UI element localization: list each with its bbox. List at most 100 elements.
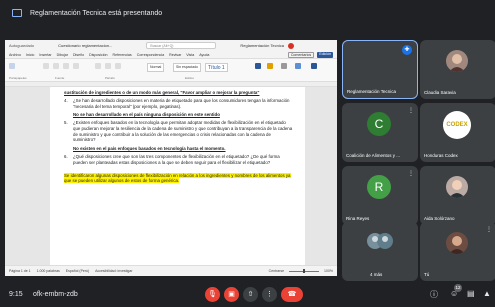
doc-highlighted-answer: Se identificaron algunas disposiciones d… <box>64 172 291 184</box>
mic-toggle-icon[interactable]: 🎙 <box>205 287 220 302</box>
pin-icon[interactable]: ✚ <box>402 45 412 55</box>
comments-button[interactable]: Comentarios <box>287 51 315 58</box>
present-screen-icon <box>12 9 22 17</box>
participant-tile[interactable]: ⋮ C Coalición de Alimentos y ... <box>342 103 418 162</box>
italic-icon[interactable] <box>63 63 69 69</box>
mic-off-icon: ⋮ <box>408 108 414 114</box>
doc-question-5: 5. ¿Existen enfoques basados en la tecno… <box>64 120 293 145</box>
doc-answer-4: No se han desarrollado en el país ningun… <box>73 112 220 118</box>
word-menubar: Archivo Inicio Insertar Dibujar Diseño D… <box>5 51 337 59</box>
status-accessibility[interactable]: Accesibilidad: investigar <box>95 269 132 273</box>
presenting-banner: Reglamentación Tecnica está presentando <box>0 0 495 26</box>
status-language[interactable]: Español (Perú) <box>66 269 89 273</box>
group-font-label: Fuente <box>55 76 65 80</box>
menu-correspondencia[interactable]: Correspondencia <box>137 53 164 57</box>
menu-dibujar[interactable]: Dibujar <box>57 53 68 57</box>
present-now-icon[interactable]: ⇧ <box>243 287 258 302</box>
word-statusbar: Página 1 de 1 1.000 palabras Español (Pe… <box>5 265 337 276</box>
menu-disposicion[interactable]: Disposición <box>89 53 107 57</box>
codex-logo: CODEX <box>443 111 471 139</box>
menu-insertar[interactable]: Insertar <box>39 53 51 57</box>
meeting-controls-bar: 9:15 ofk-embm-zdb 🎙 ▣ ⇧ ⋮ ☎ ⓘ ☺ 12 ▤ ▲ <box>0 283 495 307</box>
participant-name: Honduras Codex <box>424 153 458 158</box>
designer-icon[interactable] <box>311 63 317 69</box>
menu-diseno[interactable]: Diseño <box>73 53 84 57</box>
menu-ayuda[interactable]: Ayuda <box>199 53 209 57</box>
participant-tile[interactable]: Aida Solórzano <box>420 166 495 225</box>
font-icon[interactable] <box>43 63 49 69</box>
question-text: ¿Se han desarrollado disposiciones en ma… <box>73 98 290 109</box>
activities-icon[interactable]: ▲ <box>483 289 491 298</box>
menu-vista[interactable]: Vista <box>186 53 194 57</box>
reuse-files-icon[interactable] <box>295 63 301 69</box>
camera-toggle-icon[interactable]: ▣ <box>224 287 239 302</box>
document-page[interactable]: sustitución de ingredientes o de un modo… <box>50 87 305 265</box>
style-nospacing[interactable]: Sin espaciado <box>173 63 201 72</box>
question-text: ¿Qué disposiciones cree que son las tres… <box>73 153 280 165</box>
participant-name: Rina Reyes <box>346 216 370 221</box>
participant-name: Tú <box>424 272 430 277</box>
word-search-input[interactable]: Buscar (Alt+Q) <box>146 42 217 49</box>
word-titlebar: Autoguardado Cuestionario reglamentacion… <box>5 40 337 51</box>
meeting-code[interactable]: ofk-embm-zdb <box>33 291 78 298</box>
avatar: C <box>367 112 391 136</box>
participant-tile[interactable]: CODEX Honduras Codex <box>420 103 495 162</box>
zoom-slider-knob[interactable] <box>303 269 306 273</box>
participant-tile-self[interactable]: ⋮ Tú <box>420 222 495 281</box>
meeting-info-icon[interactable]: ⓘ <box>430 289 438 300</box>
menu-referencias[interactable]: Referencias <box>113 53 132 57</box>
status-focus[interactable]: Centrarse <box>269 269 284 273</box>
doc-answer-5: No existen en el país enfoques basados e… <box>73 145 226 151</box>
meeting-clock: 9:15 <box>9 291 23 298</box>
editing-button[interactable]: Edición <box>317 51 333 58</box>
paste-icon[interactable] <box>9 63 15 69</box>
participant-tile[interactable]: ⋮ R Rina Reyes <box>342 166 418 225</box>
question-number: 5. <box>64 120 68 126</box>
participant-name: Claudia Saravia <box>424 90 456 95</box>
question-text: ¿Existen enfoques basados en la tecnolog… <box>73 120 293 143</box>
status-zoom[interactable]: 100% <box>324 269 333 273</box>
word-ribbon: Normal Sin espaciado Título 1 Portapapel… <box>5 59 337 82</box>
participant-tile-presenter[interactable]: ✚ Reglamentación Tecnica <box>342 40 418 99</box>
participant-name: Reglamentación Tecnica <box>347 89 396 94</box>
style-heading1[interactable]: Título 1 <box>205 63 228 72</box>
menu-revisar[interactable]: Revisar <box>169 53 181 57</box>
find-icon[interactable] <box>255 63 261 69</box>
question-number: 4. <box>64 98 68 104</box>
mic-off-icon: ⋮ <box>486 227 492 233</box>
status-words[interactable]: 1.000 palabras <box>37 269 60 273</box>
avatar: R <box>367 175 391 199</box>
doc-question-6: 6. ¿Qué disposiciones cree que son las t… <box>64 154 293 168</box>
doc-paragraph-intro: sustitución de ingredientes o de un modo… <box>64 90 260 95</box>
menu-archivo[interactable]: Archivo <box>9 53 21 57</box>
bullets-icon[interactable] <box>95 63 101 69</box>
shared-screen: Autoguardado Cuestionario reglamentacion… <box>5 40 337 276</box>
autosave-label[interactable]: Autoguardado <box>9 43 34 48</box>
word-user-name: Reglamentación Tecnica <box>240 43 284 48</box>
word-user-avatar[interactable] <box>287 42 294 49</box>
numbering-icon[interactable] <box>105 63 111 69</box>
menu-inicio[interactable]: Inicio <box>26 53 34 57</box>
avatar <box>446 232 468 254</box>
group-clipboard-label: Portapapeles <box>9 76 27 80</box>
more-options-icon[interactable]: ⋮ <box>262 287 277 302</box>
zoom-slider[interactable] <box>289 269 320 273</box>
presenting-banner-text: Reglamentación Tecnica está presentando <box>30 9 163 17</box>
align-icon[interactable] <box>115 63 121 69</box>
bold-icon[interactable] <box>53 63 59 69</box>
leave-call-button[interactable]: ☎ <box>281 287 303 302</box>
group-styles-label: Estilos <box>185 76 194 80</box>
editor-icon[interactable] <box>281 63 287 69</box>
mic-off-icon: ⋮ <box>408 171 414 177</box>
dictate-icon[interactable] <box>267 63 273 69</box>
participant-tile[interactable]: Claudia Saravia <box>420 40 495 99</box>
status-page[interactable]: Página 1 de 1 <box>9 269 31 273</box>
avatar <box>446 50 468 72</box>
question-number: 6. <box>64 153 68 159</box>
more-avatars <box>366 230 394 257</box>
participant-tile-more[interactable]: 4 más <box>342 222 418 281</box>
participant-name: Coalición de Alimentos y ... <box>346 153 401 158</box>
underline-icon[interactable] <box>73 63 79 69</box>
style-normal[interactable]: Normal <box>147 63 165 72</box>
chat-icon[interactable]: ▤ <box>467 289 475 298</box>
